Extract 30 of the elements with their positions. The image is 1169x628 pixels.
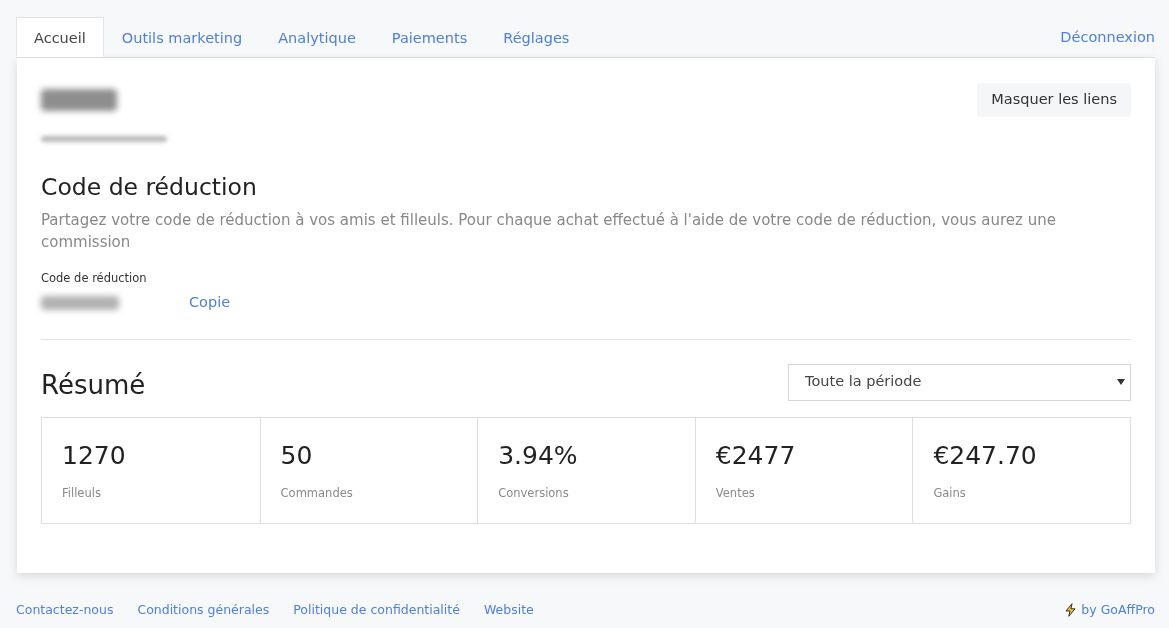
- stat-label: Commandes: [280, 484, 354, 502]
- section-title: Code de réduction: [41, 172, 258, 202]
- footer-link[interactable]: Conditions générales: [137, 600, 270, 620]
- footer-link[interactable]: Contactez-nous: [16, 600, 114, 620]
- stat-value: €247.70: [933, 439, 1038, 472]
- stat-label: Ventes: [715, 484, 756, 502]
- nav-tab[interactable]: Accueil: [16, 17, 104, 57]
- section-description: Partagez votre code de réduction à vos amis et filleuls. Pour chaque achat effectué à l'aide de votre code de réduction, vous aurez une commission: [41, 210, 1057, 253]
- credit-text: by GoAffPro: [1081, 600, 1155, 619]
- nav-tab[interactable]: Analytique: [260, 17, 374, 57]
- stat-value: €2477: [715, 439, 797, 472]
- stat-value: 50: [280, 439, 314, 472]
- stat-label: Gains: [933, 484, 967, 502]
- stat-label: Conversions: [498, 484, 570, 502]
- lightning-icon: [1065, 603, 1077, 618]
- period-select[interactable]: Toute la période: [788, 363, 1131, 401]
- stat-value: 3.94%: [498, 439, 579, 472]
- hide-links-button[interactable]: Masquer les liens: [977, 83, 1131, 117]
- summary-title: Résumé: [41, 369, 146, 401]
- nav-tab[interactable]: Réglages: [485, 17, 588, 57]
- footer-link[interactable]: Website: [483, 600, 534, 620]
- stat-label: Filleuls: [62, 484, 102, 502]
- stat-value: 1270: [62, 439, 127, 472]
- logout-link[interactable]: Déconnexion: [1060, 29, 1155, 45]
- field-label: Code de réduction: [41, 270, 148, 286]
- nav-tab[interactable]: Paiements: [373, 17, 486, 57]
- caret-icon: [1117, 378, 1125, 385]
- copy-link[interactable]: Copie: [189, 292, 231, 314]
- footer-link[interactable]: Politique de confidentialité: [293, 600, 460, 620]
- nav-tab[interactable]: Outils marketing: [103, 17, 261, 57]
